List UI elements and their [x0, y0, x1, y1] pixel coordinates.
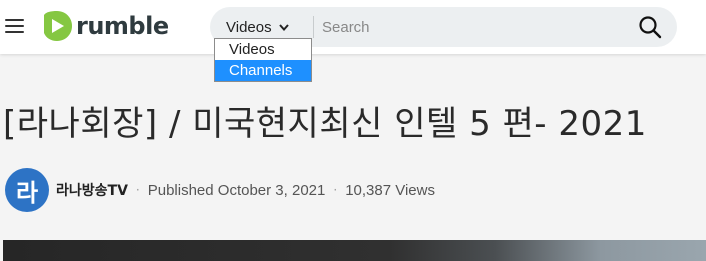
search-category-value: Videos — [226, 18, 272, 36]
menu-line — [5, 19, 24, 21]
channel-avatar[interactable]: 라 — [5, 168, 49, 212]
search-divider — [313, 16, 314, 38]
search-category-dropdown: Videos Channels — [214, 38, 312, 82]
video-player[interactable] — [3, 240, 706, 261]
menu-line — [5, 31, 24, 33]
search-category-select[interactable]: Videos — [226, 15, 289, 39]
meta-separator: · — [333, 183, 338, 197]
rumble-logo[interactable]: rumble — [40, 9, 169, 43]
video-title: [라나회장] / 미국현지최신 인텔 5 편- 2021 — [3, 104, 647, 144]
logo-wordmark: rumble — [76, 12, 169, 40]
chevron-down-icon — [278, 23, 289, 31]
rumble-logo-mark-icon — [44, 11, 72, 41]
hamburger-menu-icon[interactable] — [5, 17, 24, 35]
search-icon[interactable] — [638, 15, 662, 39]
view-count: 10,387 Views — [345, 181, 435, 199]
dropdown-option-channels[interactable]: Channels — [215, 60, 311, 81]
video-meta: 라 라나방송TV · Published October 3, 2021 · 1… — [5, 168, 435, 212]
menu-line — [5, 25, 24, 27]
published-date: Published October 3, 2021 — [147, 181, 326, 199]
dropdown-option-videos[interactable]: Videos — [215, 39, 311, 60]
search-input[interactable] — [322, 15, 622, 39]
top-navigation-bar: rumble Videos — [0, 0, 706, 54]
channel-name-link[interactable]: 라나방송TV — [56, 180, 128, 200]
meta-separator: · — [135, 183, 140, 197]
